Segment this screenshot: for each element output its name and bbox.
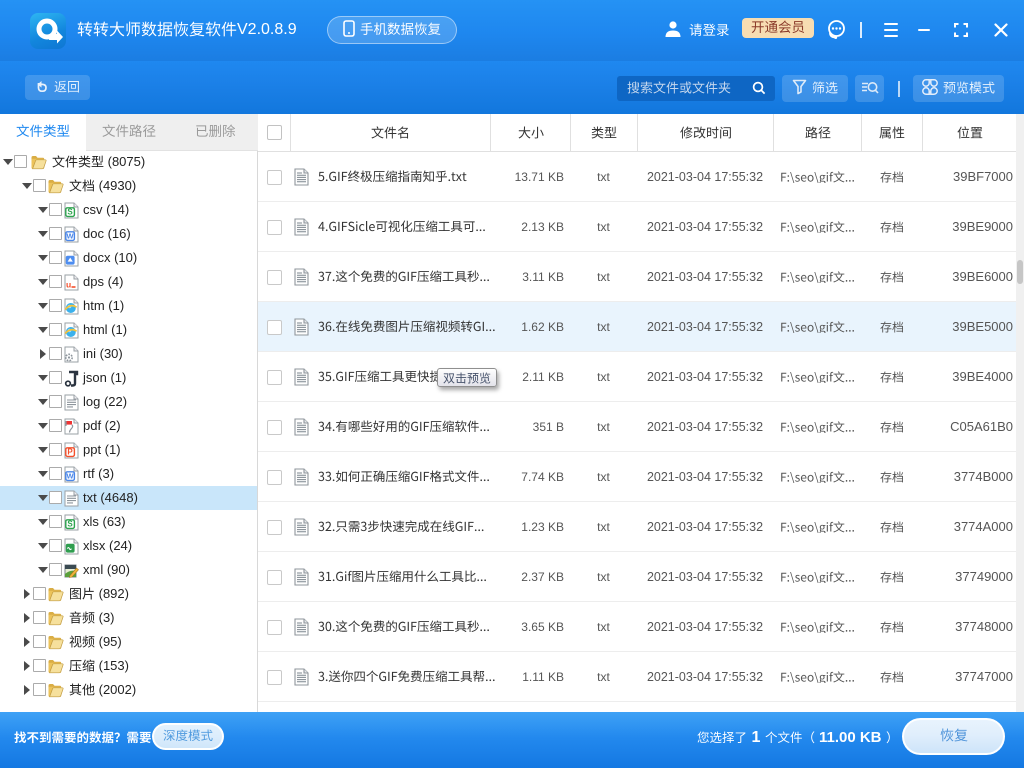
svg-text:P: P — [67, 448, 73, 457]
svg-text:W: W — [67, 471, 75, 480]
svg-text:S: S — [67, 520, 73, 529]
svg-text:u: u — [66, 280, 71, 290]
svg-text:S: S — [67, 208, 73, 217]
svg-text:W: W — [67, 231, 75, 240]
